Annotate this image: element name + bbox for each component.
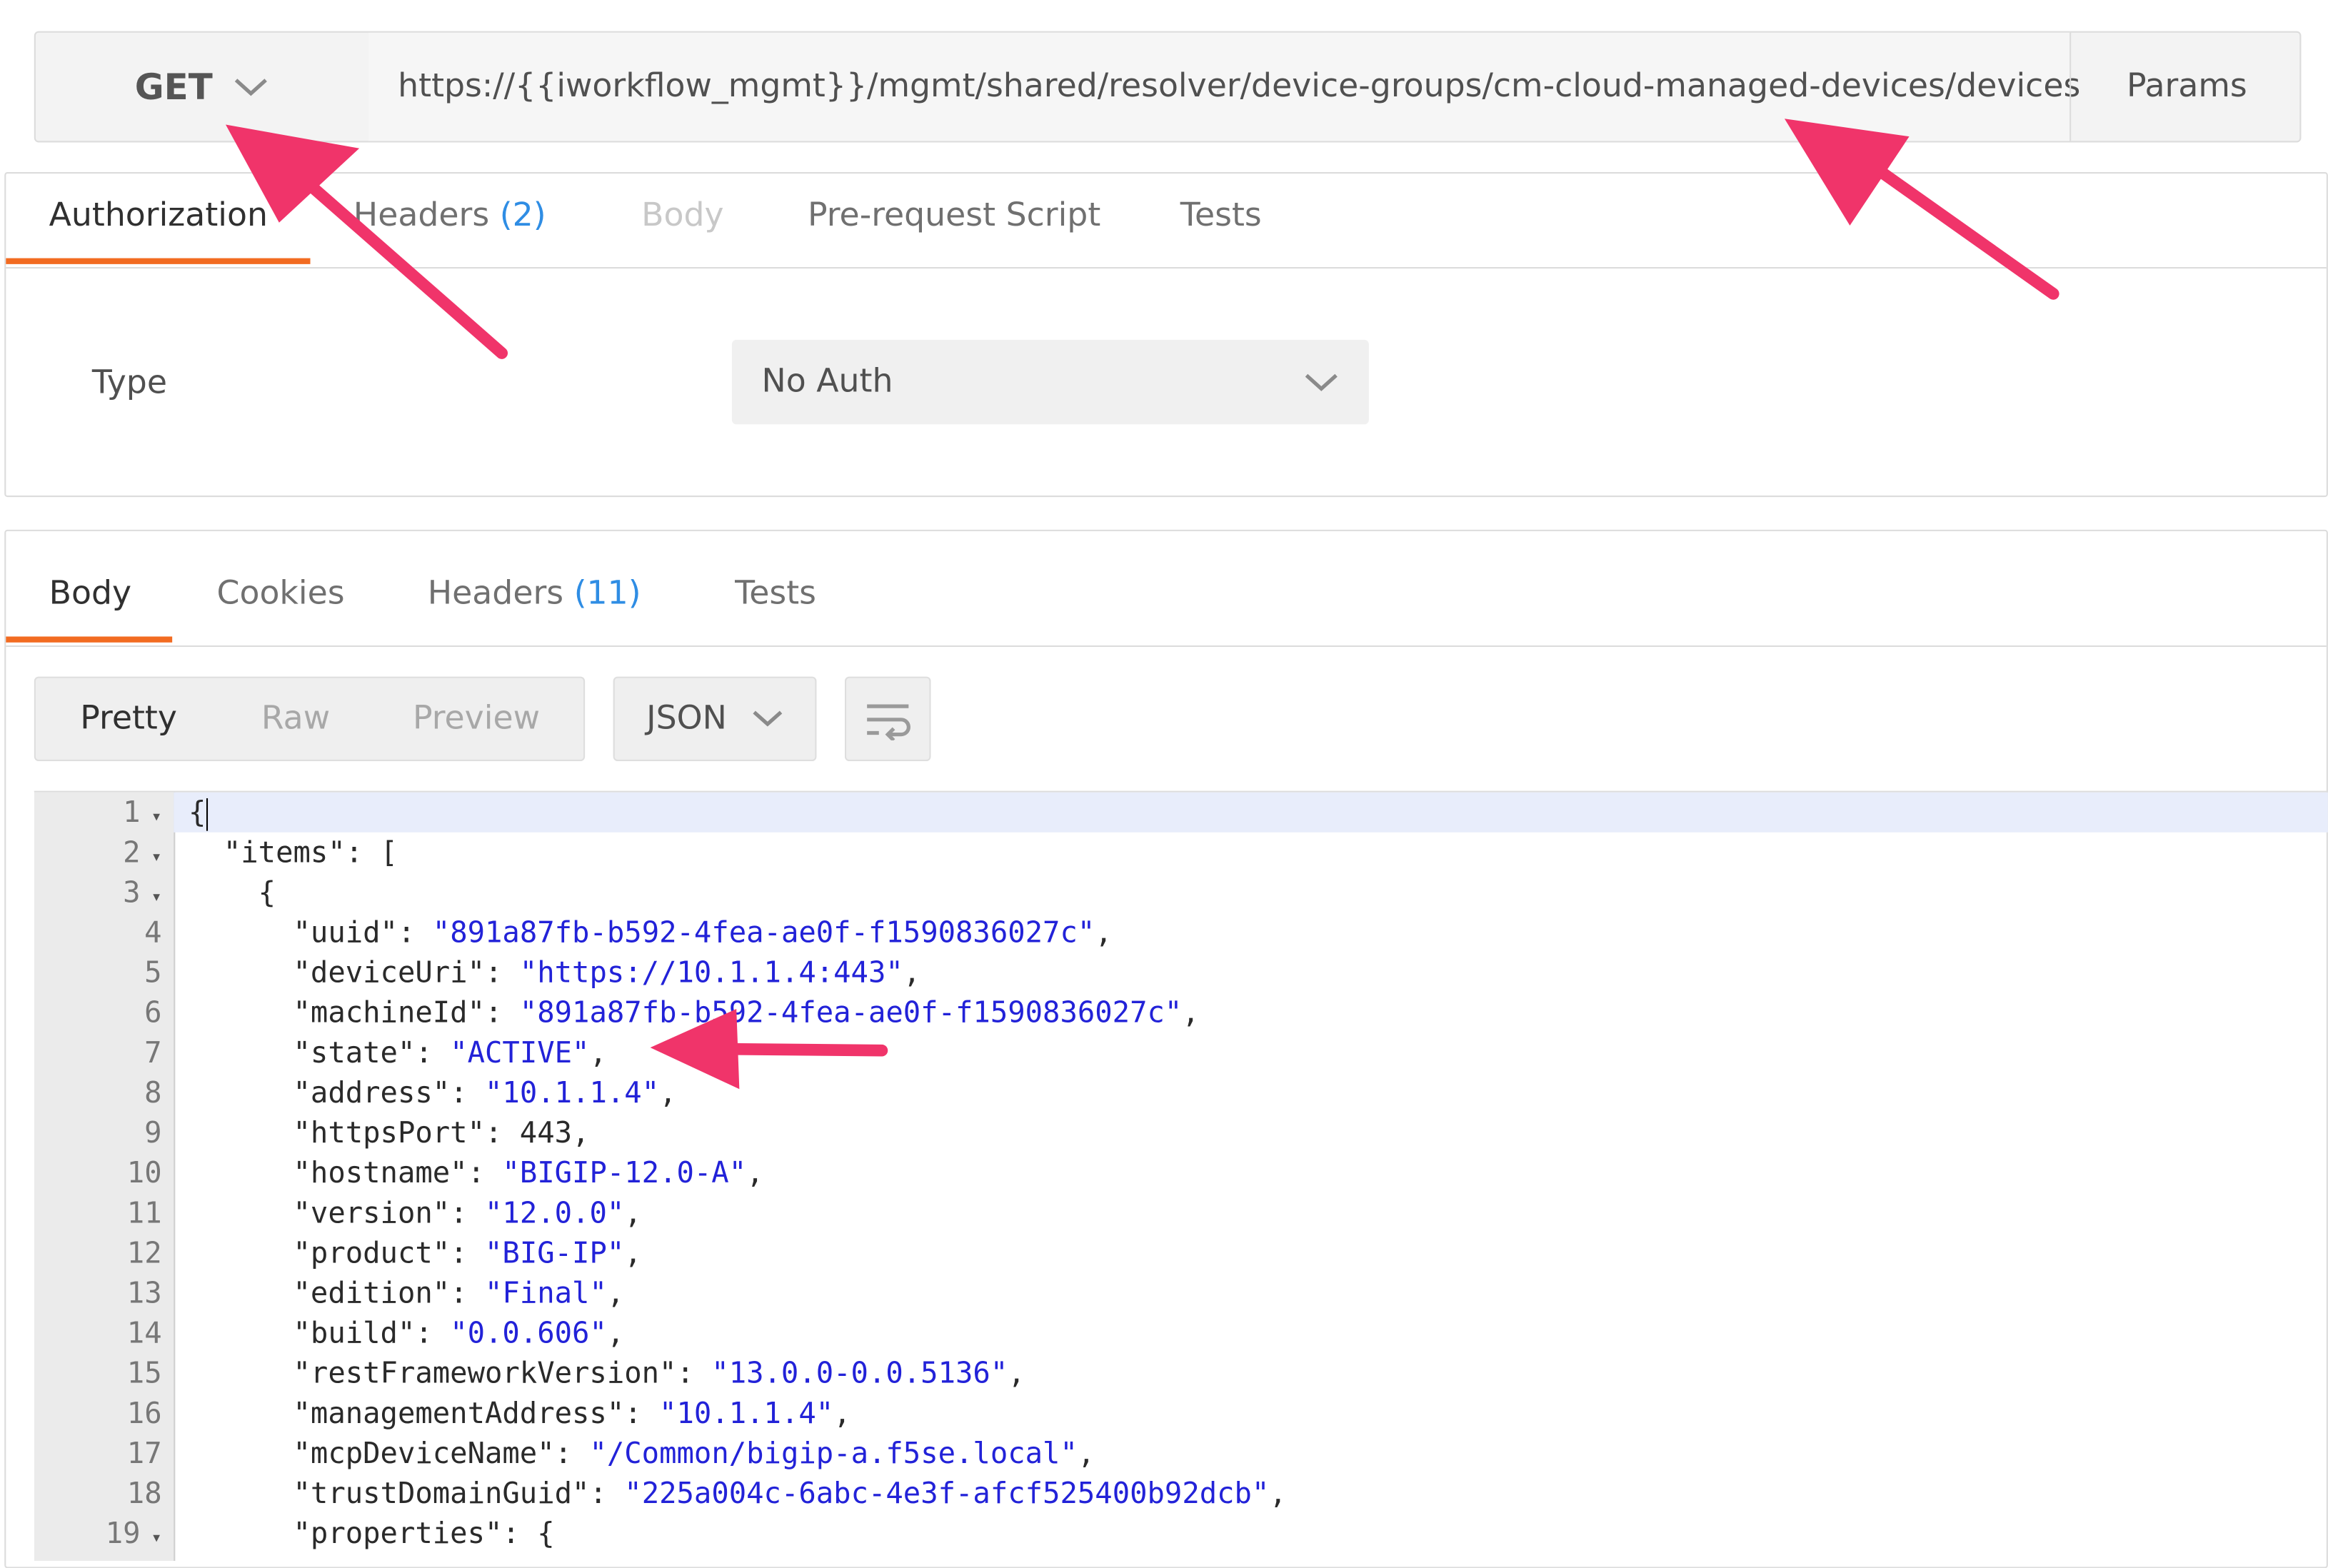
annotation-arrow-url (1784, 119, 2059, 300)
annotation-arrow-method (226, 124, 508, 359)
annotation-arrow-state (650, 1009, 888, 1090)
annotation-arrows (226, 119, 2059, 1090)
